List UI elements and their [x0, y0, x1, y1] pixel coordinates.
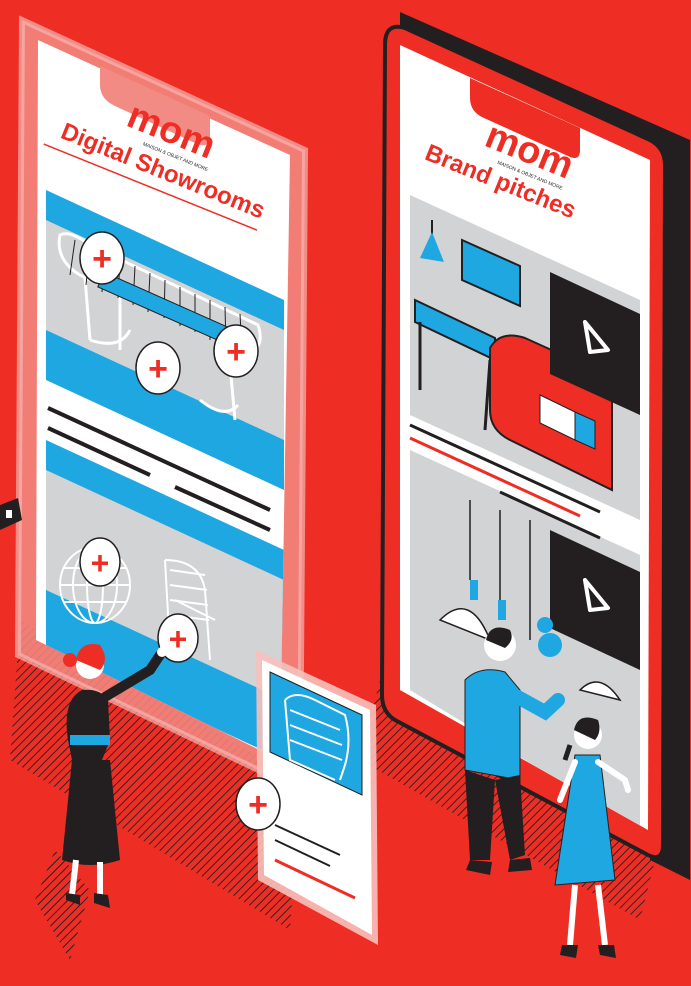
plus-icon: + — [226, 333, 246, 371]
plus-icon: + — [248, 786, 268, 824]
floating-plus-button[interactable]: + — [235, 777, 281, 831]
plus-icon: + — [91, 545, 110, 581]
plus-button-2[interactable]: + — [135, 341, 181, 395]
plus-icon: + — [92, 240, 112, 278]
plus-button-4[interactable]: + — [79, 537, 121, 587]
plus-button-1[interactable]: + — [79, 231, 125, 285]
plus-icon: + — [169, 621, 188, 657]
plus-button-3[interactable]: + — [213, 324, 259, 378]
plus-icon: + — [148, 350, 168, 388]
illustration-scene: mom MAISON & OBJET AND MORE Digital Show… — [0, 0, 691, 986]
